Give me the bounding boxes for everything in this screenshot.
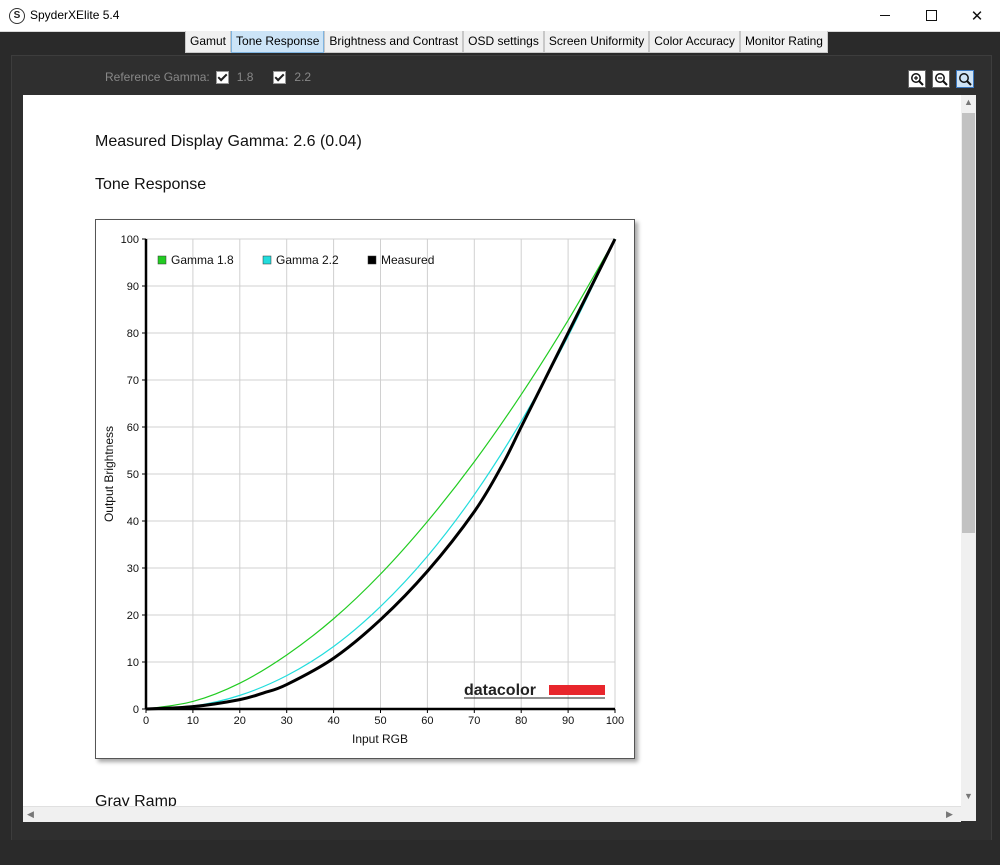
datacolor-logo: datacolor [464, 682, 605, 699]
zoom-fit-icon [959, 73, 972, 86]
tone-response-chart: 0 10 20 30 40 50 60 70 80 90 100 0 10 20 30 40 50 60 70 80 9… [95, 219, 635, 759]
gray-ramp-heading: Gray Ramp [95, 793, 177, 806]
scrollbar-corner [961, 806, 976, 821]
window-title: SpyderXElite 5.4 [30, 8, 120, 22]
chart-svg: 0 10 20 30 40 50 60 70 80 90 100 0 10 20 30 40 50 60 70 80 9… [102, 234, 625, 746]
legend-label-gamma-1-8: Gamma 1.8 [171, 253, 234, 267]
zoom-fit-button[interactable] [956, 70, 974, 88]
horizontal-scrollbar[interactable]: ◀ ▶ [23, 806, 961, 822]
datacolor-logo-bar [549, 685, 605, 695]
zoom-out-icon [935, 73, 948, 86]
chart-legend: Gamma 1.8 Gamma 2.2 Measured [157, 253, 434, 267]
y-tick-label: 30 [127, 563, 139, 575]
x-tick-label: 50 [374, 715, 386, 727]
x-tick-label: 30 [281, 715, 293, 727]
x-tick-label: 60 [421, 715, 433, 727]
tone-response-heading: Tone Response [95, 176, 207, 193]
reference-gamma-label: Reference Gamma: [105, 70, 210, 84]
zoom-in-button[interactable] [908, 70, 926, 88]
tab-osd-settings[interactable]: OSD settings [463, 31, 544, 53]
tab-gamut[interactable]: Gamut [185, 31, 232, 53]
y-axis-label: Output Brightness [102, 426, 116, 522]
gamma-22-label: 2.2 [294, 70, 312, 84]
tab-screen-uniformity[interactable]: Screen Uniformity [543, 31, 650, 53]
close-icon: ✕ [970, 7, 984, 25]
x-tick-label: 40 [327, 715, 339, 727]
chart-ticks: 0 10 20 30 40 50 60 70 80 90 100 0 10 20 30 40 50 60 70 80 9… [121, 234, 625, 727]
x-tick-label: 0 [143, 715, 149, 727]
tab-color-accuracy[interactable]: Color Accuracy [649, 31, 740, 53]
zoom-out-button[interactable] [932, 70, 950, 88]
measured-gamma-heading: Measured Display Gamma: 2.6 (0.04) [95, 133, 362, 150]
x-tick-label: 70 [468, 715, 480, 727]
tab-monitor-rating[interactable]: Monitor Rating [739, 31, 828, 53]
report-panel: Measured Display Gamma: 2.6 (0.04) Tone … [23, 95, 961, 806]
maximize-icon [925, 10, 937, 21]
tab-brightness-contrast[interactable]: Brightness and Contrast [324, 31, 464, 53]
gamma-18-label: 1.8 [236, 70, 254, 84]
y-tick-label: 40 [127, 516, 139, 528]
gamma-18-checkbox[interactable] [215, 70, 229, 84]
legend-label-gamma-2-2: Gamma 2.2 [276, 253, 339, 267]
reference-gamma-row: Reference Gamma: 1.8 2.2 [105, 70, 311, 84]
y-tick-label: 80 [127, 328, 139, 340]
x-axis-label: Input RGB [352, 732, 408, 746]
legend-swatch-gamma-2-2 [262, 255, 272, 265]
y-tick-label: 20 [127, 610, 139, 622]
scroll-left-icon[interactable]: ◀ [27, 809, 34, 820]
title-bar: S SpyderXElite 5.4 ✕ [0, 0, 1000, 32]
x-tick-label: 100 [606, 715, 624, 727]
legend-label-measured: Measured [381, 253, 434, 267]
legend-swatch-gamma-1-8 [157, 255, 167, 265]
datacolor-logo-text: datacolor [464, 682, 536, 699]
scroll-right-icon[interactable]: ▶ [946, 809, 953, 820]
zoom-in-icon [911, 73, 924, 86]
y-tick-label: 100 [121, 234, 139, 246]
x-tick-label: 10 [187, 715, 199, 727]
y-tick-label: 50 [127, 469, 139, 481]
y-tick-label: 60 [127, 422, 139, 434]
tab-tone-response[interactable]: Tone Response [231, 31, 325, 53]
tab-bar: Gamut Tone Response Brightness and Contr… [185, 31, 828, 53]
scroll-up-icon[interactable]: ▲ [964, 97, 973, 107]
scroll-down-icon[interactable]: ▼ [964, 791, 973, 801]
bottom-strip [0, 840, 1000, 865]
y-tick-label: 90 [127, 281, 139, 293]
maximize-button[interactable] [908, 0, 954, 31]
x-tick-label: 80 [515, 715, 527, 727]
close-button[interactable]: ✕ [954, 0, 1000, 31]
gamma-22-checkbox[interactable] [273, 70, 287, 84]
y-tick-label: 0 [133, 704, 139, 716]
x-tick-label: 20 [234, 715, 246, 727]
minimize-icon [880, 15, 890, 16]
app-logo-icon: S [9, 8, 25, 24]
x-tick-label: 90 [562, 715, 574, 727]
vertical-scroll-thumb[interactable] [962, 113, 975, 533]
legend-swatch-measured [367, 255, 377, 265]
minimize-button[interactable] [862, 0, 908, 31]
y-tick-label: 10 [127, 657, 139, 669]
y-tick-label: 70 [127, 375, 139, 387]
chart-grid [146, 238, 616, 709]
